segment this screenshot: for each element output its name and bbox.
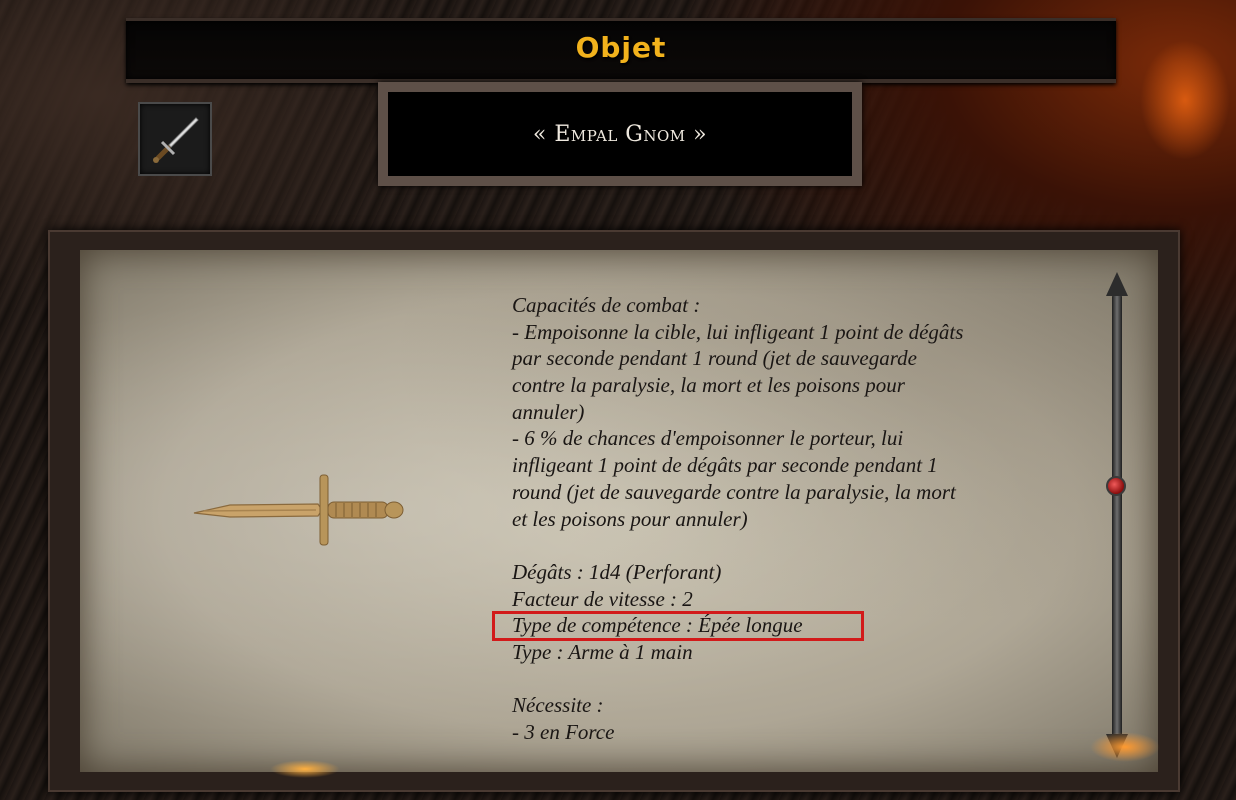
description-line: contre la paralysie, la mort et les pois… (512, 373, 905, 398)
ember-glow (270, 760, 340, 778)
description-blank-line (512, 666, 1092, 693)
dagger-icon (153, 117, 199, 163)
scroll-up-arrow-icon[interactable] (1106, 272, 1128, 296)
scrollbar-track[interactable] (1112, 292, 1122, 740)
description-line: Capacités de combat : (512, 293, 701, 317)
item-window: Objet « Empal Gnom » Capacités de combat… (0, 0, 1236, 800)
description-line: round (jet de sauvegarde contre la paral… (512, 479, 956, 504)
description-line: - Empoisonne la cible, lui infligeant 1 … (512, 319, 964, 344)
description-line: - 6 % de chances d'empoisonner le porteu… (512, 426, 904, 451)
item-icon-slot[interactable] (138, 102, 212, 176)
highlight-box (492, 611, 864, 641)
scrollbar-thumb[interactable] (1106, 476, 1126, 496)
ember-glow (1140, 40, 1230, 160)
item-name-box: « Empal Gnom » (378, 82, 862, 186)
description-blank-line (512, 532, 1092, 559)
description-line: infligeant 1 point de dégâts par seconde… (512, 453, 938, 478)
damage-line: Dégâts : 1d4 (Perforant) (512, 559, 722, 584)
description-line: annuler) (512, 399, 585, 424)
weapon-type-line: Type : Arme à 1 main (512, 639, 693, 664)
speed-factor-line: Facteur de vitesse : 2 (512, 586, 693, 611)
item-description: Capacités de combat : - Empoisonne la ci… (512, 292, 1092, 746)
ember-glow (1090, 732, 1160, 762)
requirement-line: - 3 en Force (512, 720, 615, 744)
requirements-heading: Nécessite : (512, 693, 604, 718)
window-title: Objet (575, 31, 667, 64)
item-name: « Empal Gnom » (532, 121, 708, 147)
dagger-illustration (193, 474, 404, 546)
title-bar: Objet (126, 18, 1116, 83)
description-line: par seconde pendant 1 round (jet de sauv… (512, 346, 917, 371)
description-line: et les poisons pour annuler) (512, 506, 748, 531)
